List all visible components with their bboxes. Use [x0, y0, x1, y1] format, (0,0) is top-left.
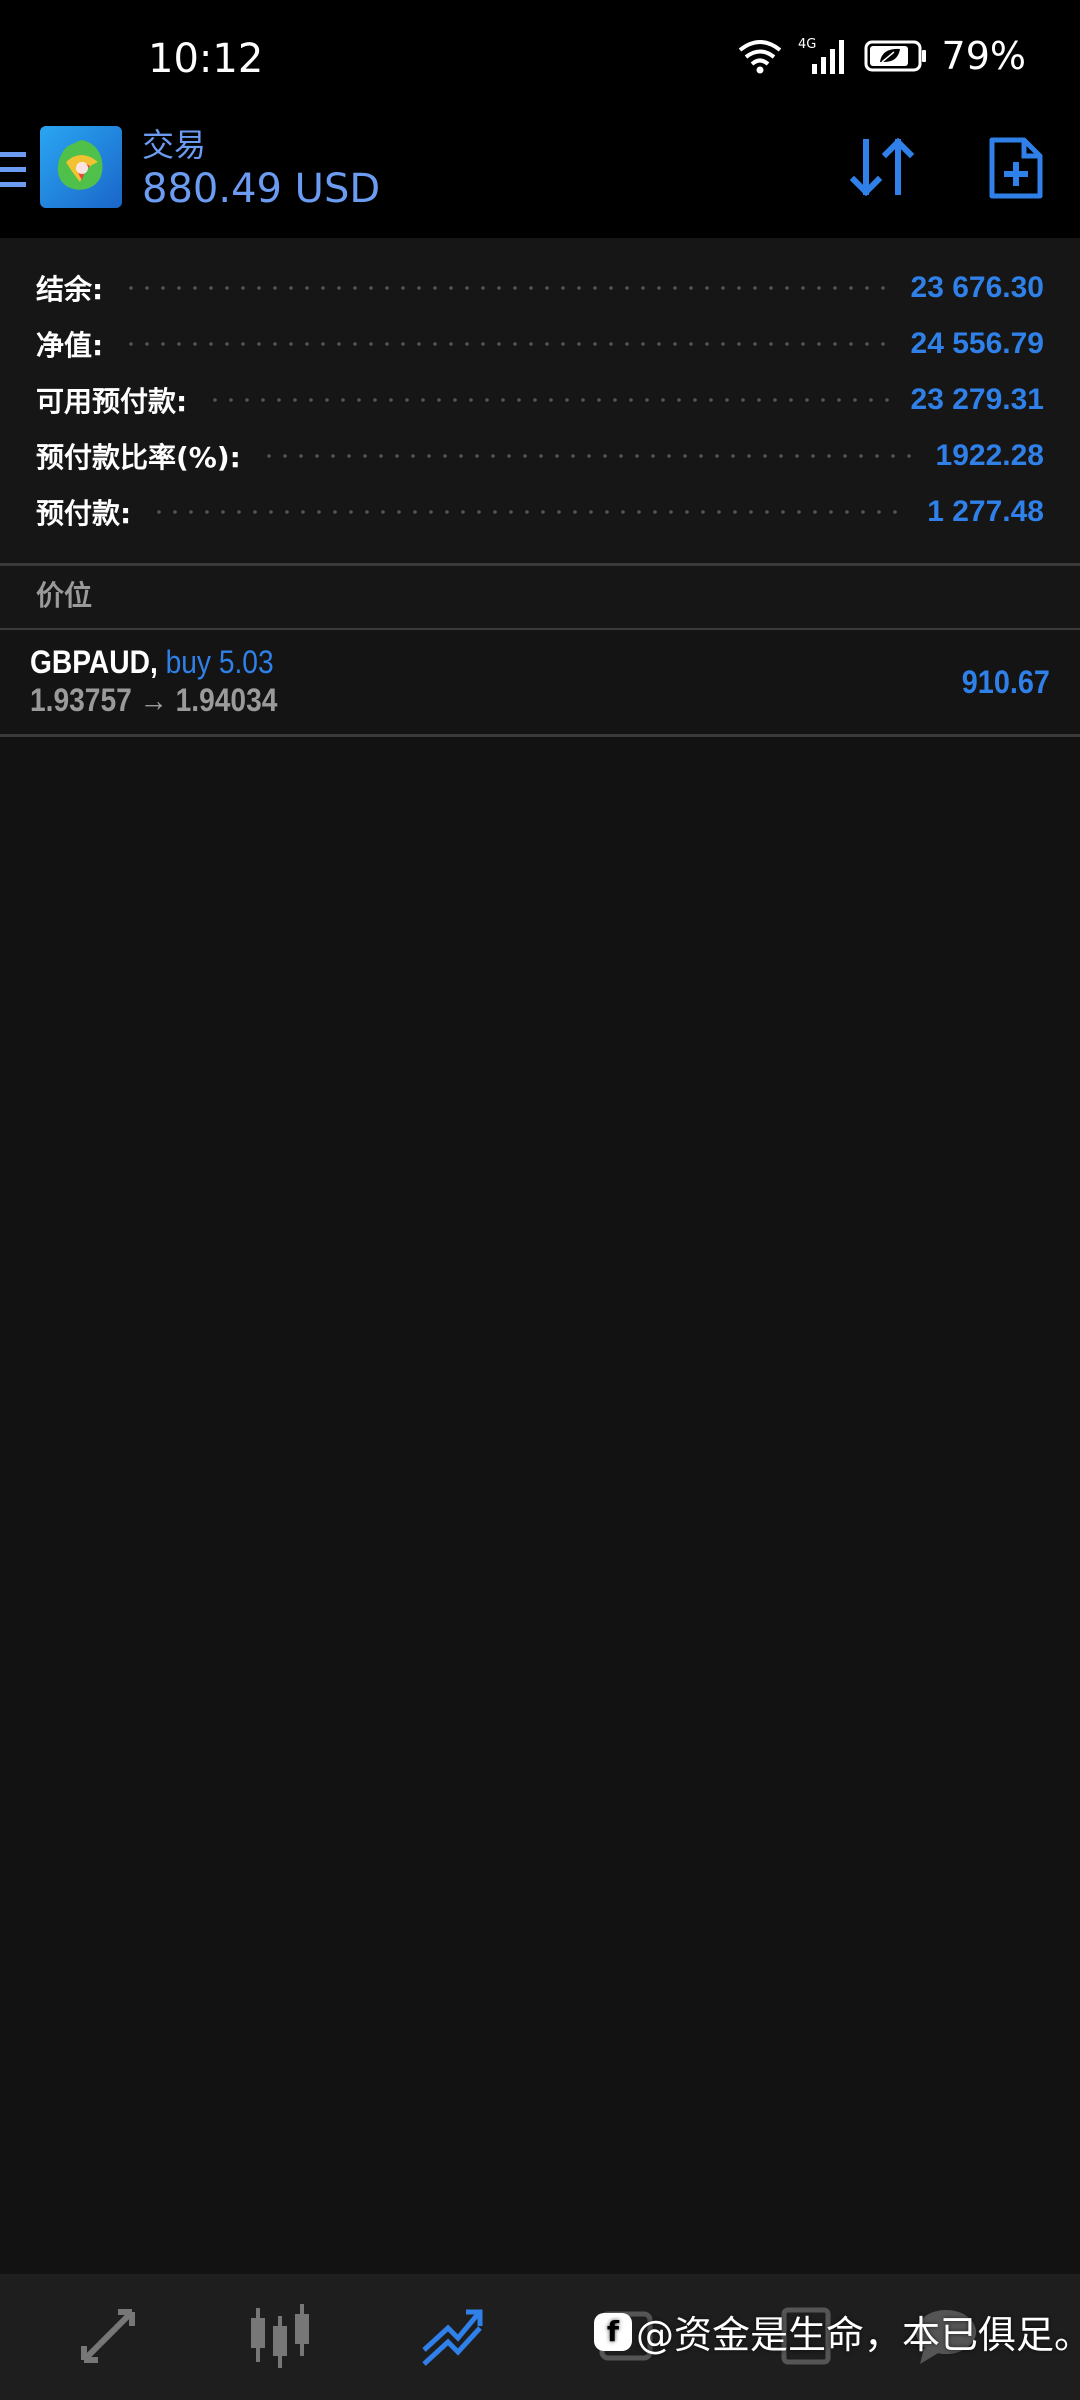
- battery-percentage: 79%: [941, 34, 1026, 78]
- dot-leader: [260, 454, 918, 458]
- position-side-volume: buy 5.03: [165, 644, 274, 680]
- screen: 10:12 4G 79% 交易 880.49 USD 结余: 23 676.30…: [0, 0, 1080, 2400]
- battery-leaf-icon: [864, 40, 926, 72]
- watermark-text: @资金是生命，本已俱足。: [636, 2313, 1080, 2357]
- nav-chart[interactable]: [244, 2300, 316, 2372]
- wifi-icon: [738, 40, 781, 74]
- network-type-label: 4G: [798, 37, 816, 52]
- balance-value: 23 676.30: [910, 271, 1044, 304]
- summary-row-margin-level: 预付款比率(%): 1922.28: [36, 428, 1044, 484]
- margin-value: 1 277.48: [927, 495, 1044, 528]
- menu-icon[interactable]: [0, 150, 26, 190]
- positions-section-header: [0, 566, 1080, 628]
- trade-icon: [422, 2309, 483, 2366]
- watermark: f @资金是生命，本已俱足。: [594, 2304, 1080, 2359]
- positions-section-title: 价位: [36, 579, 93, 612]
- nav-quotes[interactable]: [72, 2300, 144, 2372]
- app-logo: [40, 126, 122, 208]
- status-icons: 4G 79%: [738, 34, 1026, 78]
- dot-leader: [151, 510, 910, 514]
- summary-row-balance: 结余: 23 676.30: [36, 260, 1044, 316]
- header-title: 交易: [142, 126, 207, 164]
- sort-icon[interactable]: [850, 136, 916, 198]
- header-balance: 880.49 USD: [142, 166, 381, 212]
- dot-leader: [123, 286, 893, 290]
- position-symbol: GBPAUD,: [30, 644, 158, 680]
- free-margin-label: 可用预付款:: [36, 385, 188, 418]
- free-margin-value: 23 279.31: [910, 383, 1044, 416]
- status-time: 10:12: [148, 36, 264, 82]
- metatrader-logo-icon: [57, 140, 103, 190]
- watermark-logo: f: [594, 2312, 632, 2351]
- position-prices: 1.93757 → 1.94034: [30, 682, 278, 718]
- balance-label: 结余:: [36, 273, 104, 306]
- dot-leader: [123, 342, 893, 346]
- summary-row-equity: 净值: 24 556.79: [36, 316, 1044, 372]
- equity-label: 净值:: [36, 329, 104, 362]
- dot-leader: [207, 398, 893, 402]
- quotes-icon: [81, 2309, 135, 2363]
- margin-level-value: 1922.28: [935, 439, 1044, 472]
- equity-value: 24 556.79: [910, 327, 1044, 360]
- nav-trade[interactable]: [418, 2300, 490, 2372]
- signal-icon: 4G: [798, 37, 844, 74]
- divider: [0, 734, 1080, 737]
- margin-level-label: 预付款比率(%):: [36, 441, 241, 474]
- chart-candles-icon: [251, 2304, 309, 2368]
- margin-label: 预付款:: [36, 497, 132, 530]
- position-title: GBPAUD, buy 5.03: [30, 644, 274, 681]
- new-order-icon[interactable]: [986, 136, 1046, 200]
- summary-row-margin: 预付款: 1 277.48: [36, 484, 1044, 540]
- position-profit: 910.67: [961, 664, 1050, 700]
- summary-row-free-margin: 可用预付款: 23 279.31: [36, 372, 1044, 428]
